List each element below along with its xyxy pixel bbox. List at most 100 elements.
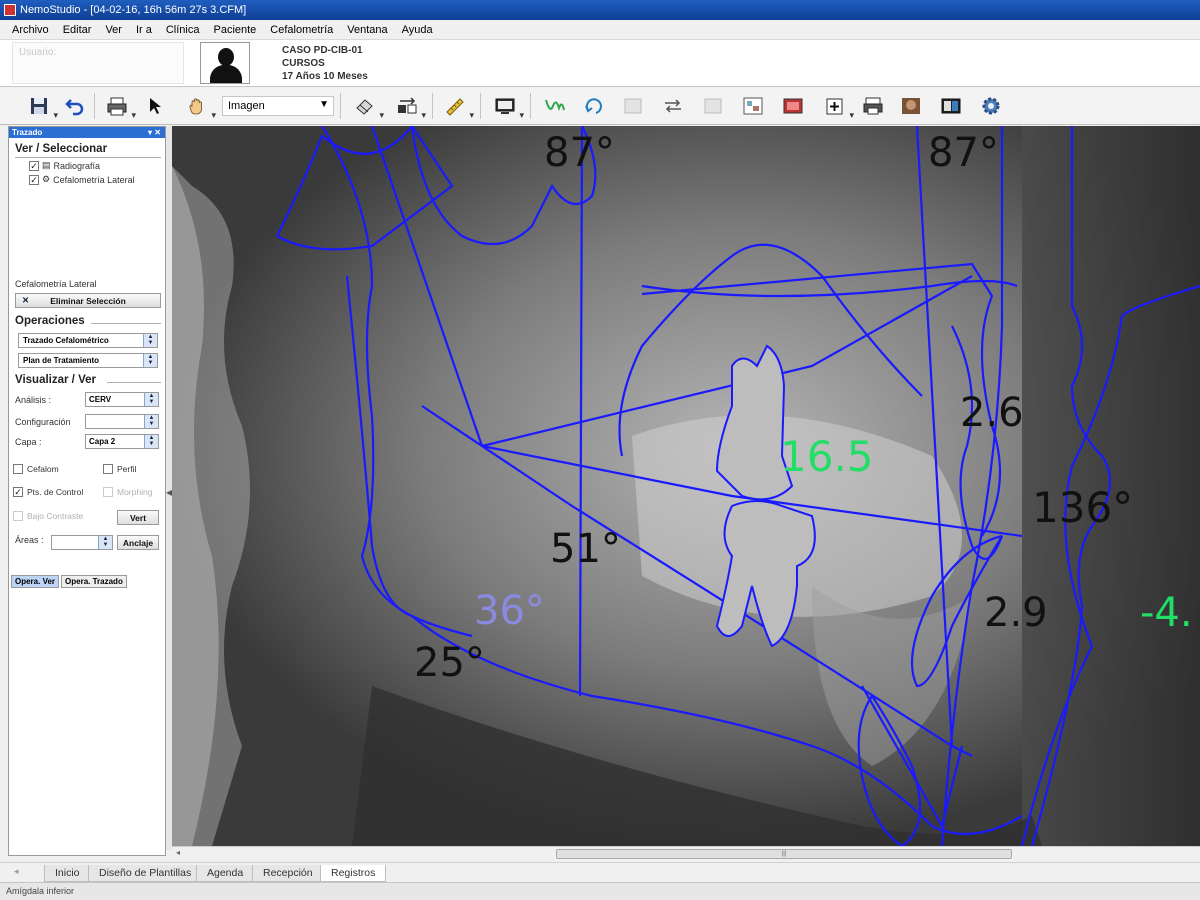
operation-trace-select[interactable]: Trazado Cefalométrico ▲ ▼	[18, 333, 158, 348]
tracing-icon[interactable]	[542, 94, 568, 118]
config-select[interactable]: ▲ ▼	[85, 414, 159, 429]
zoom-icon[interactable]	[822, 94, 854, 121]
layer-select[interactable]: Capa 2 ▲ ▼	[85, 434, 159, 449]
ruler-icon[interactable]	[442, 94, 474, 121]
panel-pin-icon[interactable]: ▾ ✕	[148, 128, 165, 137]
image-icon[interactable]	[740, 94, 766, 118]
view-select-title: Ver / Seleccionar	[15, 143, 108, 155]
checkbox-morphing[interactable]	[103, 487, 113, 497]
operations-title: Operaciones	[15, 315, 85, 327]
save-icon[interactable]	[26, 94, 58, 121]
compare-icon[interactable]	[938, 94, 964, 118]
tab-recepcion[interactable]: Recepción	[252, 865, 324, 882]
morphing-label: Morphing	[117, 487, 153, 497]
analysis-value: CERV	[89, 395, 112, 404]
perfil-toggle[interactable]: Perfil	[103, 464, 136, 474]
patient-avatar[interactable]	[200, 42, 250, 84]
checkbox-control-points[interactable]: ✓	[13, 487, 23, 497]
patient-bar: Usuario: CASO PD-CIB-01 CURSOS 17 Años 1…	[0, 40, 1200, 87]
monitor-icon[interactable]	[492, 94, 524, 121]
flip-icon[interactable]	[394, 94, 426, 121]
analysis-select[interactable]: CERV ▲ ▼	[85, 392, 159, 407]
analysis-label: Análisis :	[15, 395, 52, 405]
patient-case: CASO PD-CIB-01	[282, 45, 363, 56]
face-photo-icon[interactable]	[898, 94, 924, 118]
anchor-button[interactable]: Anclaje	[117, 535, 159, 550]
divider	[15, 157, 161, 158]
delete-selection-button[interactable]: ✕ Eliminar Selección	[15, 293, 161, 308]
vert-button[interactable]: Vert	[117, 510, 159, 525]
menu-ayuda[interactable]: Ayuda	[400, 23, 435, 37]
tree-item-ceph[interactable]: ✓ ⚙ Cefalometría Lateral	[29, 174, 135, 185]
menu-archivo[interactable]: Archivo	[10, 23, 51, 37]
scroll-thumb[interactable]: |||	[556, 849, 1012, 859]
scroll-left-icon[interactable]: ◂	[176, 848, 180, 857]
menu-paciente[interactable]: Paciente	[211, 23, 258, 37]
menu-cefalometria[interactable]: Cefalometría	[268, 23, 335, 37]
checkbox-low-contrast[interactable]	[13, 511, 23, 521]
low-contrast-label: Bajo Contraste	[27, 511, 84, 521]
ceph-icon: ⚙	[42, 174, 51, 184]
panel-tabs: Opera. Ver Opera. Trazado	[11, 575, 127, 588]
config-label: Configuración	[15, 417, 71, 427]
low-contrast-toggle[interactable]: Bajo Contraste	[13, 511, 83, 521]
operation-plan-value: Plan de Tratamiento	[23, 356, 100, 365]
pointer-icon[interactable]	[142, 94, 168, 118]
toolbar-separator	[340, 93, 341, 119]
interincisal-angle-label: 136°	[1032, 483, 1133, 532]
close-icon: ✕	[22, 295, 30, 305]
tree-label-ceph: Cefalometría Lateral	[53, 174, 135, 185]
menu-ventana[interactable]: Ventana	[345, 23, 389, 37]
status-text: Amígdala inferior	[6, 886, 75, 896]
checkbox-radiography[interactable]: ✓	[29, 160, 39, 171]
operation-plan-select[interactable]: Plan de Tratamiento ▲ ▼	[18, 353, 158, 368]
tab-diseno-plantillas[interactable]: Diseño de Plantillas	[88, 865, 203, 882]
tab-agenda[interactable]: Agenda	[196, 865, 255, 882]
lip-measurement-label: -4.	[1140, 590, 1193, 636]
status-bar: Amígdala inferior	[0, 882, 1200, 900]
menu-clinica[interactable]: Clínica	[164, 23, 202, 37]
panel-title: Trazado	[12, 128, 43, 137]
print-icon[interactable]	[104, 94, 136, 121]
menu-ir-a[interactable]: Ir a	[134, 23, 154, 37]
chevron-down-icon: ▼	[319, 99, 329, 110]
radiograph-viewer[interactable]: 87° 87° 2.6 16.5 136° 51° 2.9 -4. 36° 25…	[172, 126, 1200, 846]
photo-icon[interactable]	[780, 94, 806, 118]
user-field[interactable]: Usuario:	[12, 42, 184, 84]
checkbox-cefalom[interactable]	[13, 464, 23, 474]
print-layout-icon[interactable]	[860, 94, 886, 118]
horizontal-scrollbar[interactable]: ◂ |||	[172, 846, 1200, 860]
tab-opera-trazado[interactable]: Opera. Trazado	[61, 575, 127, 588]
tab-opera-ver[interactable]: Opera. Ver	[11, 575, 60, 588]
areas-select[interactable]: ▲ ▼	[51, 535, 113, 550]
morphing-toggle[interactable]: Morphing	[103, 487, 152, 497]
menu-editar[interactable]: Editar	[61, 23, 94, 37]
tree-item-radiography[interactable]: ✓ ▤ Radiografía	[29, 160, 100, 171]
rotate-icon[interactable]	[582, 94, 608, 118]
tracing-panel: Trazado ▾ ✕ Ver / Seleccionar ✓ ▤ Radiog…	[8, 126, 166, 856]
tab-scroll-icon[interactable]: ◂	[14, 866, 19, 877]
eraser-icon[interactable]	[352, 94, 384, 121]
checkbox-ceph[interactable]: ✓	[29, 174, 39, 185]
layer-label: Capa :	[15, 437, 42, 447]
blank-icon[interactable]	[700, 94, 726, 118]
pan-hand-icon[interactable]	[184, 94, 216, 121]
tab-registros[interactable]: Registros	[320, 865, 387, 882]
cefalom-toggle[interactable]: Cefalom	[13, 464, 59, 474]
tab-inicio[interactable]: Inicio	[44, 865, 91, 882]
divider	[107, 382, 161, 383]
toolbar-separator	[530, 93, 531, 119]
visualize-title: Visualizar / Ver	[15, 374, 96, 386]
module-tabs: ◂ Inicio Diseño de Plantillas Agenda Rec…	[0, 862, 1200, 882]
control-points-toggle[interactable]: ✓ Pts. de Control	[13, 487, 83, 497]
settings-icon[interactable]	[978, 94, 1004, 118]
angle-36-label: 36°	[474, 588, 545, 634]
cephalometric-canvas[interactable]: 87° 87° 2.6 16.5 136° 51° 2.9 -4. 36° 25…	[172, 126, 1200, 846]
grid-icon[interactable]	[620, 94, 646, 118]
checkbox-perfil[interactable]	[103, 464, 113, 474]
menu-ver[interactable]: Ver	[103, 23, 124, 37]
image-select[interactable]: Imagen ▼	[222, 96, 334, 116]
vert-label: Vert	[129, 512, 147, 523]
undo-icon[interactable]	[62, 94, 88, 118]
arrows-icon[interactable]	[660, 94, 686, 118]
